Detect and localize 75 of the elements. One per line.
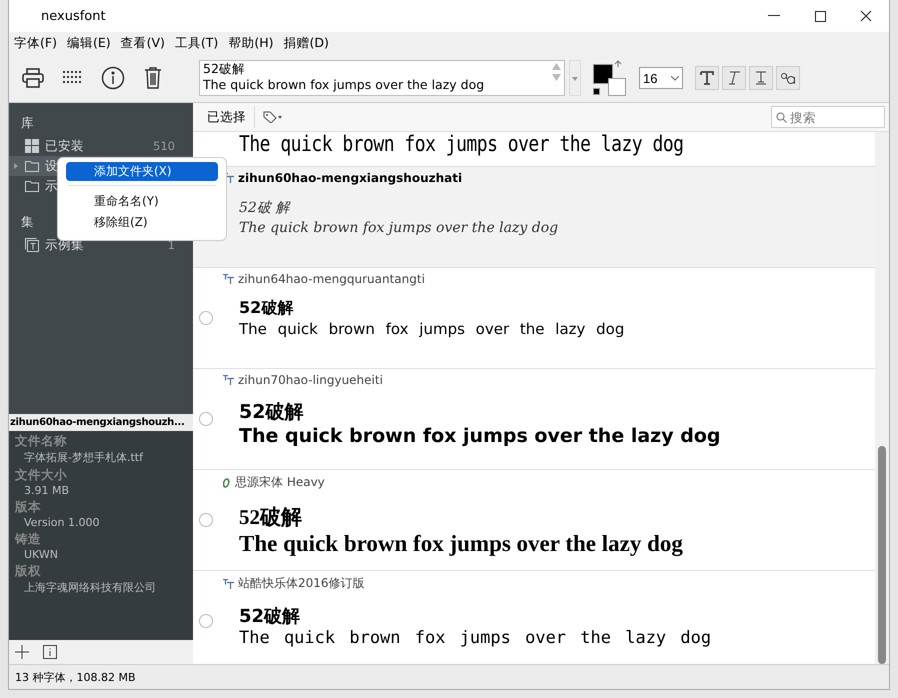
detail-label: 铸造 (15, 531, 42, 548)
font-title-sample: 52破解 (239, 605, 300, 628)
font-size-dropdown[interactable]: 16 (639, 67, 683, 89)
font-name: 站酷快乐体2016修订版 (238, 575, 365, 592)
font-name: zihun60hao-mengxiangshouzhati (238, 171, 462, 185)
item-count: 510 (153, 139, 175, 153)
font-name: zihun64hao-mengquruantangti (238, 272, 425, 286)
info-icon[interactable] (99, 64, 127, 92)
item-label: 已安装 (45, 138, 84, 154)
folder-icon (25, 180, 39, 192)
font-title-sample: 52破解 (239, 298, 294, 319)
font-sample: The quick brown fox jumps over the lazy dog (239, 132, 684, 158)
font-sample: The quick brown fox jumps over the lazy dog (239, 628, 712, 648)
font-name: zihun70hao-lingyueheiti (238, 373, 383, 387)
color-picker[interactable] (593, 60, 627, 96)
underline-icon[interactable] (749, 66, 773, 90)
caret-icon (572, 76, 578, 80)
font-row[interactable]: zihun60hao-mengxiangshouzhati 52破 解 The quick brown fox jumps over the lazy dog (193, 167, 875, 268)
detail-value: 字体拓展-梦想手札体.ttf (23, 450, 144, 465)
menu-item[interactable]: 添加文件夹(X) (66, 162, 218, 181)
radio-button[interactable] (199, 311, 213, 325)
font-title-sample: 52破 解 (239, 199, 290, 217)
menu-item[interactable]: 工具(T) (172, 34, 222, 52)
truetype-icon (223, 274, 234, 284)
windows-icon (25, 139, 39, 153)
case-icon[interactable] (776, 66, 800, 90)
swap-icon[interactable] (614, 60, 622, 68)
selected-filter-button[interactable]: 已选择 (199, 106, 255, 128)
detail-value: 3.91 MB (23, 484, 70, 497)
set-icon (25, 238, 39, 252)
truetype-icon (223, 578, 234, 588)
detail-value: Version 1.000 (23, 516, 100, 529)
detail-label: 文件大小 (15, 467, 68, 484)
font-title-sample: 52破解 (239, 400, 304, 425)
radio-button[interactable] (199, 412, 213, 426)
section-title: 库 (21, 114, 34, 132)
item-label: 设 (45, 158, 58, 174)
truetype-icon (223, 375, 234, 385)
maximize-icon (814, 10, 826, 22)
detail-label: 文件名称 (15, 433, 68, 450)
menu-item[interactable]: 帮助(H) (225, 34, 276, 52)
font-sample: The quick brown fox jumps over the lazy dog (239, 320, 624, 338)
menu-item[interactable]: 查看(V) (118, 34, 168, 52)
details-title: zihun60hao-mengxiangshouzh... (9, 414, 193, 431)
detail-value: 上海字魂网络科技有限公司 (23, 580, 157, 595)
menu-item[interactable]: 捐赠(D) (280, 34, 332, 52)
radio-button[interactable] (199, 513, 213, 527)
radio-button[interactable] (199, 614, 213, 628)
font-title-sample: 52破解 (239, 504, 302, 531)
menu-item[interactable]: 编辑(E) (64, 34, 114, 52)
section-title: 集 (21, 213, 34, 231)
font-sample: The quick brown fox jumps over the lazy dog (239, 220, 558, 236)
add-icon[interactable] (15, 645, 29, 659)
bold-icon[interactable] (695, 66, 719, 90)
detail-label: 版本 (15, 499, 42, 516)
font-name: 思源宋体 Heavy (235, 474, 325, 491)
sidebar-item[interactable]: 已安装 510 (9, 136, 193, 156)
detail-value: UKWN (23, 548, 59, 561)
caret-icon (671, 76, 679, 80)
search-field[interactable]: 搜索 (771, 106, 885, 128)
info-icon[interactable] (43, 645, 57, 659)
window-title: nexusfont (40, 8, 107, 24)
italic-icon[interactable] (722, 66, 746, 90)
opentype-icon (223, 478, 231, 488)
scrollbar-thumb[interactable] (878, 446, 886, 664)
search-icon (776, 112, 787, 122)
folder-icon (25, 160, 39, 172)
close-icon (860, 10, 872, 22)
minimize-icon (768, 15, 780, 17)
font-sample: The quick brown fox jumps over the lazy dog (239, 425, 720, 447)
item-label: 示 (45, 178, 58, 194)
menu-item[interactable]: 字体(F) (11, 34, 60, 52)
font-sample: The quick brown fox jumps over the lazy dog (239, 531, 683, 557)
detail-label: 版权 (15, 563, 42, 580)
status-bar: 13 种字体，108.82 MB (9, 664, 889, 689)
